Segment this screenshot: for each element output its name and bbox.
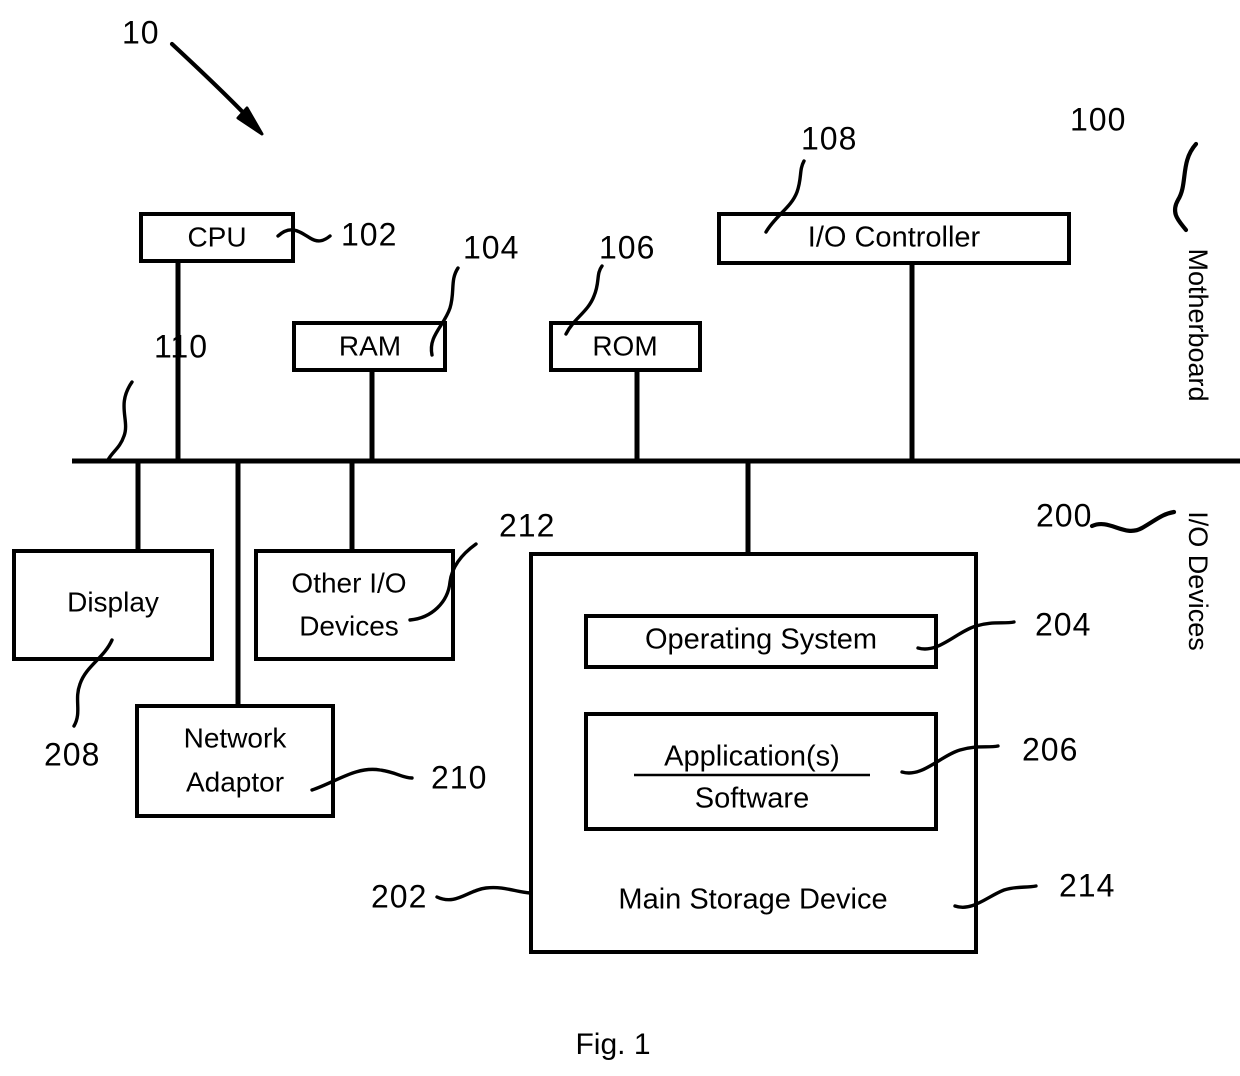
io-controller-label: I/O Controller — [808, 222, 981, 254]
other-io-ref-number: 212 — [499, 507, 555, 543]
main-storage-alt-ref-number: 214 — [1059, 867, 1115, 903]
operating-system-label: Operating System — [645, 624, 877, 656]
applications-ref-number: 206 — [1022, 731, 1078, 767]
motherboard-ref-number: 100 — [1070, 101, 1126, 137]
ram-ref-number: 104 — [463, 229, 519, 265]
motherboard-side-label: Motherboard — [1183, 248, 1213, 401]
network-adaptor-label-line2: Adaptor — [186, 766, 284, 797]
block-ram-group[interactable] — [292, 266, 460, 461]
io-devices-side-label: I/O Devices — [1183, 511, 1213, 651]
system-arrow-head — [236, 106, 264, 136]
motherboard-ref-leader — [1172, 141, 1199, 233]
system-ref-arrow — [169, 41, 264, 136]
cpu-ref-number: 102 — [341, 216, 397, 252]
block-diagram-canvas: CPU RAM ROM I/O Controller Display Other… — [12, 14, 1240, 1061]
block-io-controller-group[interactable] — [717, 159, 1071, 461]
figure-caption: Fig. 1 — [575, 1028, 650, 1061]
operating-system-ref-number: 204 — [1035, 606, 1091, 642]
other-io-label-line2: Devices — [299, 610, 399, 641]
block-rom-group[interactable] — [549, 264, 702, 461]
ram-label: RAM — [339, 330, 401, 361]
rom-ref-number: 106 — [599, 229, 655, 265]
other-io-label-line1: Other I/O — [291, 567, 406, 598]
rom-label: ROM — [592, 330, 657, 361]
main-storage-label: Main Storage Device — [618, 884, 887, 916]
system-ref-number: 10 — [122, 14, 160, 50]
io-devices-ref-leader — [1089, 509, 1177, 533]
cpu-label: CPU — [187, 221, 246, 252]
main-storage-ref202-leader — [435, 885, 532, 902]
applications-label-line1: Application(s) — [664, 741, 840, 773]
network-adaptor-label-line1: Network — [184, 722, 288, 753]
display-ref-number: 208 — [44, 736, 100, 772]
applications-label-line2: Software — [695, 783, 809, 815]
io-devices-ref-number: 200 — [1036, 497, 1092, 533]
main-storage-ref-number: 202 — [371, 878, 427, 914]
bus-ref-number: 110 — [154, 328, 208, 364]
display-label: Display — [67, 586, 159, 617]
io-controller-ref-number: 108 — [801, 120, 857, 156]
bus-ref-leader — [106, 380, 134, 462]
network-adaptor-ref-number: 210 — [431, 759, 487, 795]
patent-figure-1: CPU RAM ROM I/O Controller Display Other… — [0, 0, 1240, 1076]
